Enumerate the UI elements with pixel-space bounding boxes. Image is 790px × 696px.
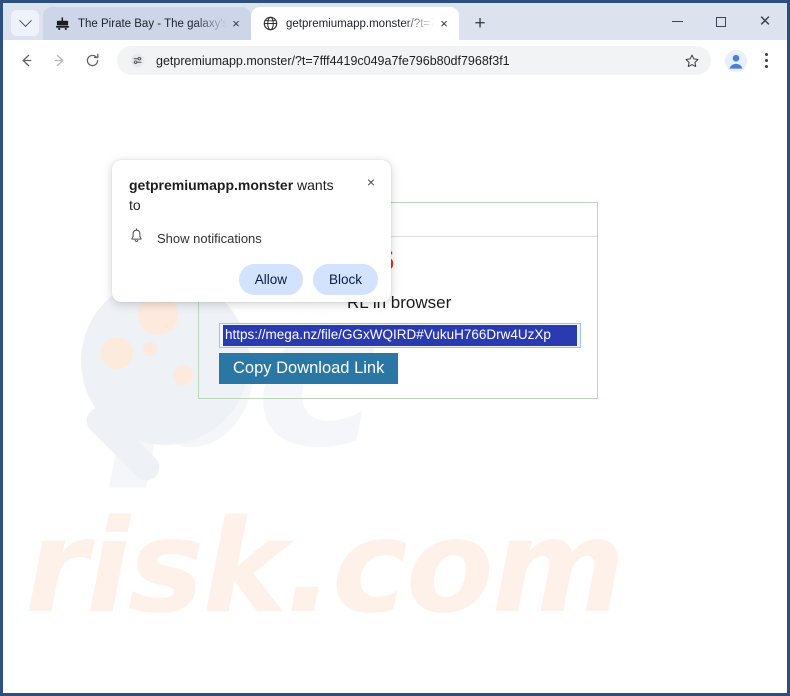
permission-row: Show notifications [129, 228, 262, 249]
download-url-input[interactable]: https://mega.nz/file/GGxWQIRD#VukuH766Dr… [219, 323, 581, 348]
tab-getpremiumapp[interactable]: getpremiumapp.monster/?t=7f × [251, 7, 459, 40]
address-bar[interactable]: getpremiumapp.monster/?t=7fff4419c049a7f… [117, 46, 711, 75]
copy-download-link-button[interactable]: Copy Download Link [219, 353, 399, 384]
maximize-button[interactable] [699, 3, 743, 40]
tab-search-button[interactable] [11, 10, 39, 36]
url-text: getpremiumapp.monster/?t=7fff4419c049a7f… [156, 53, 510, 68]
browser-window: The Pirate Bay - The galaxy's m × getpre… [0, 0, 790, 696]
new-tab-button[interactable]: + [466, 9, 494, 37]
close-icon[interactable]: × [360, 171, 382, 193]
bell-icon [129, 228, 144, 249]
permission-actions: Allow Block [112, 264, 378, 295]
reload-icon [86, 53, 98, 67]
forward-button[interactable] [44, 46, 74, 76]
globe-icon [262, 16, 278, 32]
minimize-button[interactable] [655, 3, 699, 40]
chevron-down-icon [18, 13, 32, 27]
profile-avatar[interactable] [721, 48, 751, 74]
close-icon[interactable]: × [435, 15, 453, 33]
back-arrow-icon [21, 54, 31, 67]
three-dot-menu-icon[interactable] [753, 48, 779, 74]
browser-toolbar: getpremiumapp.monster/?t=7fff4419c049a7f… [3, 40, 787, 81]
tab-title: The Pirate Bay - The galaxy's m [78, 17, 227, 30]
block-button[interactable]: Block [312, 264, 378, 295]
close-icon[interactable]: × [227, 15, 245, 33]
window-controls: ✕ [655, 3, 787, 40]
close-window-button[interactable]: ✕ [743, 3, 787, 40]
watermark-risk: risk.com [25, 493, 625, 642]
back-button[interactable] [11, 46, 41, 76]
pirate-ship-icon [54, 16, 70, 32]
page-settings-icon[interactable] [126, 50, 148, 72]
permission-label: Show notifications [157, 231, 262, 246]
permission-title: getpremiumapp.monster wants to [129, 175, 344, 215]
tab-strip: The Pirate Bay - The galaxy's m × getpre… [3, 3, 787, 40]
reload-button[interactable] [77, 46, 107, 76]
page-viewport: pc risk.com dy... 5 RL in browser https:… [3, 81, 787, 693]
permission-origin: getpremiumapp.monster [129, 177, 294, 193]
tab-title: getpremiumapp.monster/?t=7f [286, 17, 435, 30]
allow-button[interactable]: Allow [238, 264, 303, 295]
avatar-icon [724, 49, 748, 72]
forward-arrow-icon [54, 54, 64, 67]
download-url-text: https://mega.nz/file/GGxWQIRD#VukuH766Dr… [223, 325, 577, 346]
tab-pirate-bay[interactable]: The Pirate Bay - The galaxy's m × [43, 7, 251, 40]
notification-permission-dialog: getpremiumapp.monster wants to × Show no… [112, 160, 391, 302]
star-icon[interactable] [679, 48, 705, 74]
